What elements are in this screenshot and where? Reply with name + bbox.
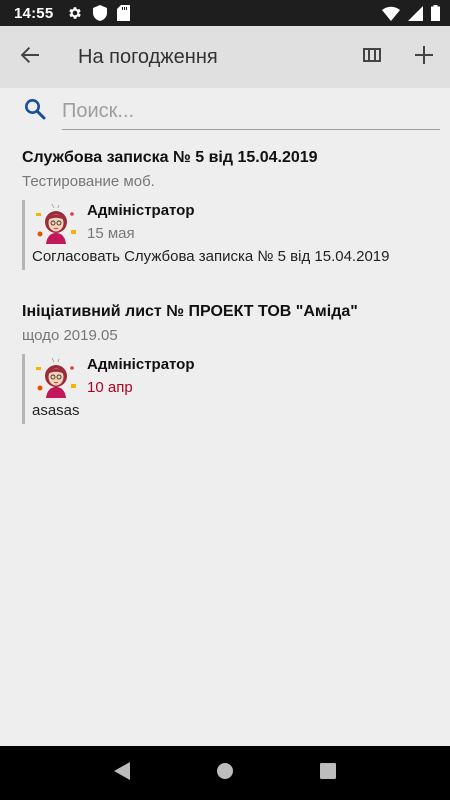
app-bar: На погодження bbox=[0, 26, 450, 88]
status-bar: 14:55 bbox=[0, 0, 450, 26]
comment-author: Адміністратор bbox=[87, 202, 195, 219]
avatar bbox=[36, 203, 76, 244]
search-bar bbox=[0, 88, 450, 134]
list-item[interactable]: Ініціативний лист № ПРОЕКТ ТОВ "Аміда" щ… bbox=[0, 294, 450, 424]
comment-text: Согласовать Службова записка № 5 від 15.… bbox=[32, 248, 390, 265]
columns-icon bbox=[362, 47, 382, 68]
comment: Адміністратор 15 мая Согласовать Службов… bbox=[22, 200, 428, 270]
comment-author: Адміністратор bbox=[87, 356, 195, 373]
list-item[interactable]: Службова записка № 5 від 15.04.2019 Тест… bbox=[0, 140, 450, 270]
columns-button[interactable] bbox=[346, 26, 398, 88]
nav-recents-button[interactable] bbox=[298, 746, 358, 800]
document-subtitle: щодо 2019.05 bbox=[22, 327, 118, 344]
comment-date: 15 мая bbox=[87, 225, 135, 242]
comment: Адміністратор 10 апр asasas bbox=[22, 354, 428, 424]
signal-icon bbox=[408, 5, 423, 21]
document-title: Службова записка № 5 від 15.04.2019 bbox=[22, 149, 318, 166]
battery-icon bbox=[431, 5, 440, 21]
recents-square-icon bbox=[320, 762, 337, 784]
shield-icon bbox=[93, 5, 108, 21]
comment-date: 10 апр bbox=[87, 379, 133, 396]
back-triangle-icon bbox=[113, 761, 130, 785]
navigation-bar bbox=[0, 746, 450, 800]
document-list: Службова записка № 5 від 15.04.2019 Тест… bbox=[0, 140, 450, 424]
document-subtitle: Тестирование моб. bbox=[22, 173, 155, 190]
search-input[interactable] bbox=[62, 94, 440, 130]
gear-icon bbox=[67, 5, 83, 21]
home-circle-icon bbox=[216, 762, 234, 785]
arrow-back-icon bbox=[20, 45, 40, 70]
nav-home-button[interactable] bbox=[195, 746, 255, 800]
sd-card-icon bbox=[117, 5, 131, 21]
add-button[interactable] bbox=[398, 26, 450, 88]
document-title: Ініціативний лист № ПРОЕКТ ТОВ "Аміда" bbox=[22, 303, 358, 320]
add-icon bbox=[415, 45, 433, 69]
avatar bbox=[36, 357, 76, 398]
comment-text: asasas bbox=[32, 402, 80, 419]
back-button[interactable] bbox=[0, 26, 60, 88]
wifi-icon bbox=[382, 6, 400, 21]
page-title: На погодження bbox=[78, 45, 218, 68]
status-time: 14:55 bbox=[14, 4, 54, 22]
search-icon[interactable] bbox=[24, 98, 46, 125]
nav-back-button[interactable] bbox=[92, 746, 152, 800]
